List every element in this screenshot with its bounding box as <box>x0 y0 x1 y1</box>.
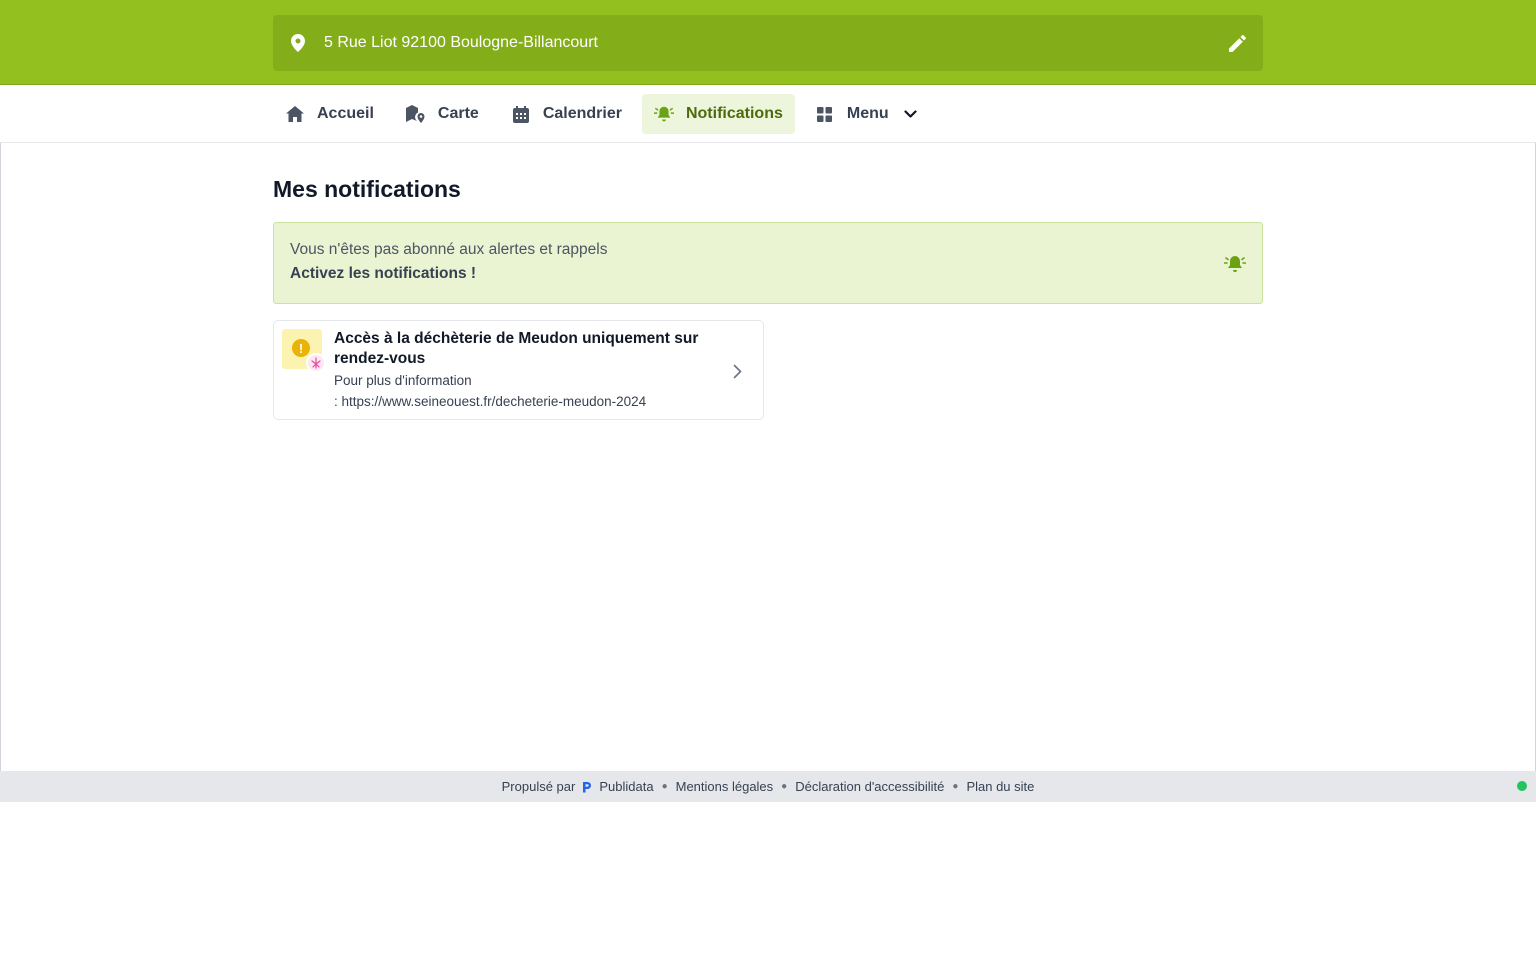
footer-link-plan-du-site[interactable]: Plan du site <box>966 779 1034 794</box>
chevron-right-icon <box>727 361 747 381</box>
bell-icon <box>653 104 674 124</box>
bell-icon <box>1224 253 1246 275</box>
main-nav: Accueil Carte Calendrier Notifications M… <box>0 85 1536 143</box>
subscribe-alert-banner[interactable]: Vous n'êtes pas abonné aux alertes et ra… <box>273 222 1263 304</box>
alert-message: Vous n'êtes pas abonné aux alertes et ra… <box>290 241 608 258</box>
warning-icon: ! <box>292 339 310 357</box>
alert-cta: Activez les notifications ! <box>290 265 477 282</box>
nav-item-calendrier[interactable]: Calendrier <box>499 94 634 134</box>
notification-body-line: Pour plus d'information <box>334 373 472 388</box>
nav-item-menu[interactable]: Menu <box>803 94 931 134</box>
notification-body: Pour plus d'information : https://www.se… <box>334 370 714 412</box>
nav-label-menu: Menu <box>846 105 889 122</box>
nav-items: Accueil Carte Calendrier Notifications M… <box>273 94 939 134</box>
nav-item-notifications[interactable]: Notifications <box>641 94 795 134</box>
separator-dot: ● <box>781 781 788 792</box>
address-bar[interactable]: 5 Rue Liot 92100 Boulogne-Billancourt <box>273 15 1263 71</box>
nav-label-carte: Carte <box>437 105 479 122</box>
nav-label-accueil: Accueil <box>317 105 374 122</box>
separator-dot: ● <box>952 781 959 792</box>
recycling-icon <box>306 353 326 373</box>
nav-item-accueil[interactable]: Accueil <box>273 94 386 134</box>
notification-body-link: : https://www.seineouest.fr/decheterie-m… <box>334 394 647 409</box>
separator-dot: ● <box>661 781 668 792</box>
nav-item-carte[interactable]: Carte <box>394 94 491 134</box>
chevron-down-icon <box>903 106 919 122</box>
pencil-icon[interactable] <box>1227 33 1247 53</box>
powered-by-label: Propulsé par <box>501 779 576 794</box>
notification-icon: ! <box>282 329 326 373</box>
footer-link-publidata[interactable]: Publidata <box>599 779 653 794</box>
home-icon <box>285 104 305 124</box>
footer-link-accessibilite[interactable]: Déclaration d'accessibilité <box>795 779 944 794</box>
grid-icon <box>815 104 835 124</box>
footer-link-mentions-legales[interactable]: Mentions légales <box>676 779 774 794</box>
publidata-logo-icon <box>581 781 593 793</box>
page-title: Mes notifications <box>273 176 461 202</box>
status-indicator <box>1517 781 1527 791</box>
calendar-icon <box>511 104 531 124</box>
notification-title: Accès à la déchèterie de Meudon uniqueme… <box>334 330 699 367</box>
address-text: 5 Rue Liot 92100 Boulogne-Billancourt <box>324 34 598 51</box>
nav-label-notifications: Notifications <box>685 105 783 122</box>
map-pin-icon <box>289 33 307 53</box>
notification-card[interactable]: ! Accès à la déchèterie de Meudon unique… <box>273 320 764 420</box>
nav-label-calendrier: Calendrier <box>542 105 622 122</box>
header: 5 Rue Liot 92100 Boulogne-Billancourt <box>0 0 1536 85</box>
footer: Propulsé par Publidata ● Mentions légale… <box>0 771 1536 802</box>
map-icon <box>405 104 426 124</box>
